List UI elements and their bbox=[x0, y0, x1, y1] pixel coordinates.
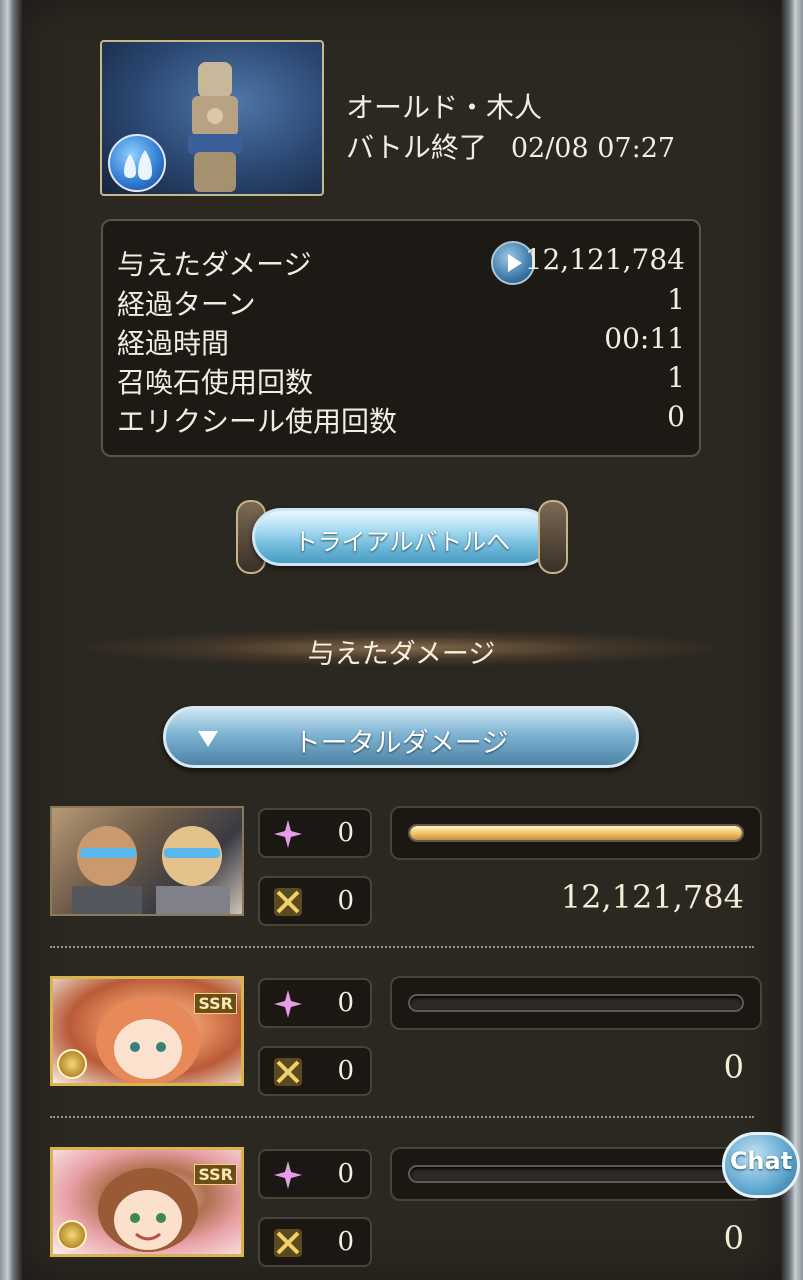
ability-count: 0 bbox=[337, 1227, 354, 1257]
damage-bar bbox=[390, 806, 762, 860]
sparkle-icon bbox=[274, 1161, 302, 1189]
stat-row-damage: 与えたダメージ 12,121,784 bbox=[117, 241, 685, 285]
stat-label: 経過時間 bbox=[117, 327, 230, 360]
member-row: SSR 0 0 0 bbox=[50, 1147, 762, 1267]
ssr-badge: SSR bbox=[194, 993, 237, 1014]
trial-battle-label: トライアルバトルへ bbox=[293, 528, 511, 556]
crossed-swords-icon bbox=[274, 888, 302, 916]
sparkle-icon bbox=[274, 820, 302, 848]
skill-count: 0 bbox=[337, 988, 354, 1018]
battle-stats-box: 与えたダメージ 12,121,784 経過ターン 1 経過時間 00:11 召喚… bbox=[101, 219, 701, 457]
skill-count: 0 bbox=[337, 818, 354, 848]
water-element-icon bbox=[108, 134, 166, 192]
chat-button[interactable]: Chat bbox=[722, 1132, 800, 1198]
stat-value: 0 bbox=[667, 400, 685, 433]
stat-row-time: 経過時間 00:11 bbox=[117, 322, 685, 360]
stat-label: 与えたダメージ bbox=[117, 248, 312, 281]
ability-counter: 0 bbox=[258, 1217, 372, 1267]
stat-value: 1 bbox=[667, 283, 685, 316]
stat-label: 経過ターン bbox=[117, 288, 256, 321]
boss-statue-icon bbox=[188, 62, 242, 192]
row-divider bbox=[50, 946, 754, 948]
damage-value: 0 bbox=[723, 1219, 744, 1257]
stat-row-elixirs: エリクシール使用回数 0 bbox=[117, 400, 685, 438]
ability-counter: 0 bbox=[258, 876, 372, 926]
damage-bar-track bbox=[408, 824, 744, 842]
battle-status-label: バトル終了 bbox=[346, 131, 487, 164]
crossed-swords-icon bbox=[274, 1058, 302, 1086]
crossed-swords-icon bbox=[274, 1229, 302, 1257]
ssr-badge: SSR bbox=[194, 1164, 237, 1185]
chat-label: Chat bbox=[729, 1147, 793, 1175]
damage-value: 0 bbox=[723, 1048, 744, 1086]
damage-type-dropdown[interactable]: トータルダメージ bbox=[163, 706, 639, 768]
damage-bar-fill bbox=[410, 826, 742, 840]
sparkle-icon bbox=[274, 990, 302, 1018]
damage-value: 12,121,784 bbox=[560, 878, 744, 916]
skill-count: 0 bbox=[337, 1159, 354, 1189]
stat-value: 00:11 bbox=[604, 322, 685, 355]
ability-counter: 0 bbox=[258, 1046, 372, 1096]
boss-name: オールド・木人 bbox=[346, 91, 543, 124]
boss-thumbnail bbox=[100, 40, 324, 196]
battle-status: バトル終了 02/08 07:27 bbox=[346, 126, 675, 166]
damage-bar bbox=[390, 976, 762, 1030]
ability-count: 0 bbox=[337, 1056, 354, 1086]
character-portrait[interactable] bbox=[50, 806, 244, 916]
stat-label: 召喚石使用回数 bbox=[117, 366, 314, 399]
dropdown-label: トータルダメージ bbox=[293, 728, 509, 759]
earth-element-icon bbox=[57, 1049, 87, 1079]
light-element-icon bbox=[57, 1220, 87, 1250]
twin-characters-icon bbox=[72, 826, 230, 914]
damage-bar-track bbox=[408, 1165, 744, 1183]
trial-battle-button[interactable]: トライアルバトルへ bbox=[236, 500, 568, 574]
character-portrait[interactable]: SSR bbox=[50, 1147, 244, 1257]
stat-row-summons: 召喚石使用回数 1 bbox=[117, 361, 685, 399]
stat-row-turns: 経過ターン 1 bbox=[117, 283, 685, 321]
stat-value: 1 bbox=[667, 361, 685, 394]
skill-counter: 0 bbox=[258, 808, 372, 858]
skill-counter: 0 bbox=[258, 978, 372, 1028]
stat-label: エリクシール使用回数 bbox=[117, 405, 398, 438]
damage-bar-track bbox=[408, 994, 744, 1012]
play-icon bbox=[508, 254, 522, 272]
member-row: 0 0 12,121,784 bbox=[50, 806, 762, 926]
skill-counter: 0 bbox=[258, 1149, 372, 1199]
section-title: 与えたダメージ bbox=[307, 639, 496, 670]
character-portrait[interactable]: SSR bbox=[50, 976, 244, 1086]
battle-time: 02/08 07:27 bbox=[510, 133, 676, 164]
stat-value: 12,121,784 bbox=[524, 243, 685, 276]
damage-bar bbox=[390, 1147, 762, 1201]
ability-count: 0 bbox=[337, 886, 354, 916]
member-row: SSR 0 0 0 bbox=[50, 976, 762, 1096]
row-divider bbox=[50, 1116, 754, 1118]
